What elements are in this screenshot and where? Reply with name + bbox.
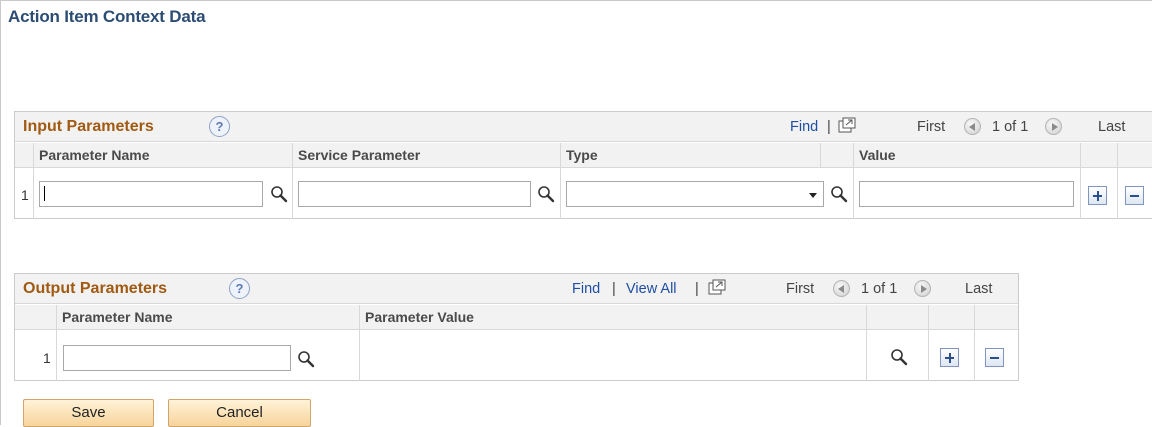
next-row-icon[interactable]: [914, 280, 931, 297]
first-label: First: [917, 119, 946, 135]
service-parameter-input[interactable]: [298, 181, 531, 207]
divider: [33, 143, 34, 219]
separator: |: [695, 281, 699, 297]
delete-row-button[interactable]: [985, 348, 1004, 367]
separator: |: [612, 281, 616, 297]
find-link[interactable]: Find: [572, 281, 600, 297]
divider: [820, 143, 821, 168]
divider: [866, 305, 867, 381]
output-parameter-name-input[interactable]: [63, 345, 291, 371]
col-parameter-name: Parameter Name: [62, 309, 173, 325]
divider: [1117, 143, 1118, 219]
find-link[interactable]: Find: [790, 119, 818, 135]
col-service-parameter: Service Parameter: [298, 147, 421, 163]
magnifier-icon[interactable]: [270, 185, 288, 203]
minus-icon: [990, 357, 999, 359]
first-label: First: [786, 281, 815, 297]
input-column-header-row: Parameter Name Service Parameter Type Va…: [15, 143, 1152, 168]
value-input[interactable]: [859, 181, 1074, 207]
minus-icon: [1130, 195, 1139, 197]
text-cursor: [44, 186, 45, 201]
col-parameter-value: Parameter Value: [365, 309, 474, 325]
magnifier-icon[interactable]: [537, 185, 555, 203]
divider: [853, 143, 854, 219]
magnifier-icon[interactable]: [297, 350, 315, 368]
output-column-header-row: Parameter Name Parameter Value: [15, 305, 1018, 330]
next-row-icon[interactable]: [1045, 118, 1062, 135]
magnifier-icon[interactable]: [830, 185, 848, 203]
plus-icon-stem: [1096, 191, 1099, 201]
output-grid-title: Output Parameters: [23, 280, 168, 297]
divider: [974, 305, 975, 381]
magnifier-icon[interactable]: [890, 348, 908, 366]
help-icon[interactable]: ?: [209, 116, 230, 137]
type-select[interactable]: [566, 181, 824, 207]
output-grid-header: Output Parameters ? Find | View All | Fi…: [15, 274, 1018, 304]
input-grid-title: Input Parameters: [23, 118, 154, 135]
last-label: Last: [1098, 119, 1126, 135]
row-counter: 1 of 1: [992, 119, 1029, 135]
view-all-link[interactable]: View All: [626, 281, 677, 297]
previous-row-icon[interactable]: [833, 280, 850, 297]
new-window-icon[interactable]: [708, 279, 726, 295]
input-parameters-grid: Input Parameters ? Find | First 1 of 1 L…: [14, 111, 1152, 219]
row-number: 1: [21, 187, 29, 203]
last-label: Last: [965, 281, 993, 297]
divider: [359, 305, 360, 381]
col-parameter-name: Parameter Name: [39, 147, 150, 163]
previous-row-icon[interactable]: [964, 118, 981, 135]
row-number: 1: [43, 350, 51, 366]
col-value: Value: [859, 147, 896, 163]
divider: [928, 305, 929, 381]
row-counter: 1 of 1: [861, 281, 898, 297]
page-title: Action Item Context Data: [8, 7, 206, 26]
output-parameters-grid: Output Parameters ? Find | View All | Fi…: [14, 273, 1019, 381]
save-button[interactable]: Save: [23, 399, 154, 427]
plus-icon-stem: [948, 353, 951, 363]
chevron-down-icon[interactable]: [809, 193, 817, 198]
divider: [560, 143, 561, 219]
help-icon[interactable]: ?: [229, 278, 250, 299]
divider: [292, 143, 293, 219]
divider: [1080, 143, 1081, 219]
separator: |: [827, 119, 831, 135]
parameter-name-input[interactable]: [39, 181, 263, 207]
cancel-button[interactable]: Cancel: [168, 399, 311, 427]
add-row-button[interactable]: [940, 348, 959, 367]
new-window-icon[interactable]: [838, 117, 856, 133]
add-row-button[interactable]: [1088, 186, 1107, 205]
divider: [56, 305, 57, 381]
input-grid-header: Input Parameters ? Find | First 1 of 1 L…: [15, 112, 1152, 142]
col-type: Type: [566, 147, 598, 163]
delete-row-button[interactable]: [1125, 186, 1144, 205]
